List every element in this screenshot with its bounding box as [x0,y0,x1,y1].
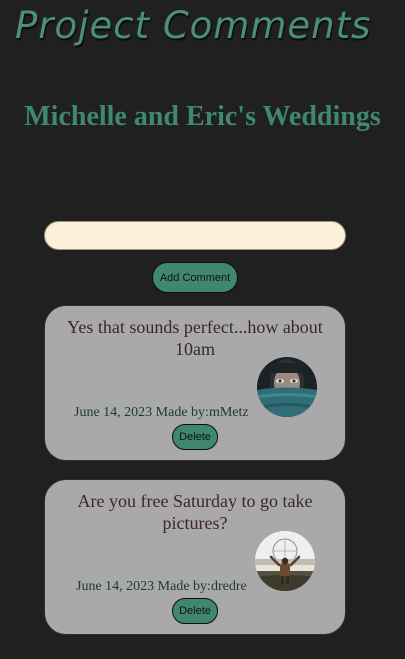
avatar-photo [255,531,315,591]
comment-input[interactable] [44,221,346,250]
comment-text: Are you free Saturday to go take picture… [77,491,313,533]
avatar-photo [257,357,317,417]
comment-author: mMetz [208,405,249,420]
comment-card: Yes that sounds perfect...how about 10am… [44,305,346,461]
comment-date: June 14, 2023 [74,405,153,420]
comment-author-prefix: Made by: [157,579,211,594]
comment-date: June 14, 2023 [76,579,155,594]
delete-button[interactable]: Delete [172,424,218,450]
comment-card: Are you free Saturday to go take picture… [44,479,346,635]
comment-text: Yes that sounds perfect...how about 10am [67,317,323,359]
comment-meta: June 14, 2023 Made by:dredre [76,579,247,595]
page-title: Project Comments [15,4,372,47]
avatar [255,531,315,591]
project-title: Michelle and Eric's Weddings [24,101,381,132]
delete-button[interactable]: Delete [172,598,218,624]
comment-author: dredre [210,579,247,594]
add-comment-button[interactable]: Add Comment [152,262,238,293]
comment-meta: June 14, 2023 Made by:mMetz [74,405,249,421]
comment-author-prefix: Made by: [155,405,209,420]
avatar [257,357,317,417]
